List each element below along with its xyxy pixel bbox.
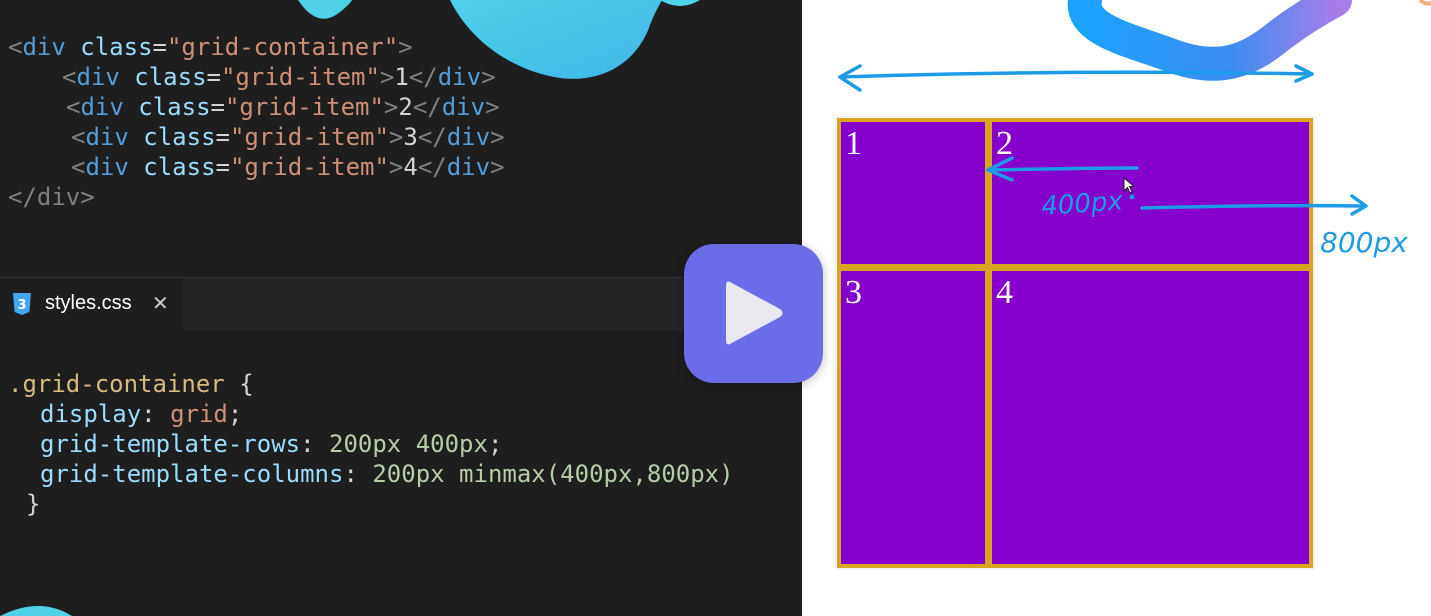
code-tag: div bbox=[85, 153, 129, 181]
code-line: </div> bbox=[8, 183, 95, 211]
grid-item-number: 4 bbox=[996, 274, 1013, 311]
code-line: <div class="grid-item">4</div> bbox=[71, 153, 505, 181]
code-tag: div bbox=[85, 123, 129, 151]
code-line: .grid-container { bbox=[8, 369, 254, 399]
code-line: <div class="grid-item">3</div> bbox=[71, 123, 505, 151]
code-string: "grid-item" bbox=[229, 123, 389, 151]
code-line: grid-template-columns: 200px minmax(400p… bbox=[40, 460, 734, 488]
css-property: grid-template-columns bbox=[40, 460, 344, 488]
css-value: 200px minmax(400px,800px) bbox=[372, 460, 734, 488]
tab-label: styles.css bbox=[45, 292, 132, 314]
code-attr: class bbox=[138, 93, 211, 121]
grid-item: 1 bbox=[841, 122, 985, 264]
code-text: 2 bbox=[398, 93, 413, 121]
css-value: grid bbox=[170, 400, 228, 428]
grid-item: 2 bbox=[992, 122, 1309, 264]
code-string: "grid-item" bbox=[220, 63, 380, 91]
tab-styles-css[interactable]: 3 styles.css ✕ bbox=[0, 278, 183, 331]
svg-text:3: 3 bbox=[17, 298, 26, 313]
code-text: 4 bbox=[403, 153, 418, 181]
editor-tab-bar: 3 styles.css ✕ bbox=[0, 277, 802, 331]
code-line: <div class="grid-item">2</div> bbox=[66, 93, 500, 121]
code-string: "grid-item" bbox=[229, 153, 389, 181]
code-editor[interactable]: <div class="grid-container"> <div class=… bbox=[0, 0, 802, 616]
code-tag: div bbox=[441, 93, 486, 121]
grid-item-number: 2 bbox=[996, 125, 1013, 162]
code-string: "grid-item" bbox=[224, 93, 384, 121]
code-tag: div bbox=[80, 93, 124, 121]
code-text: 1 bbox=[394, 63, 409, 91]
code-brace: { bbox=[239, 370, 254, 398]
css-selector: .grid-container bbox=[8, 370, 225, 398]
grid-item-number: 3 bbox=[845, 274, 862, 311]
code-line: } bbox=[26, 490, 41, 518]
grid-container-preview: 1 2 3 4 bbox=[837, 118, 1313, 568]
grid-item: 3 bbox=[841, 271, 985, 564]
code-string: "grid-container" bbox=[166, 33, 399, 61]
code-attr: class bbox=[143, 123, 216, 151]
code-attr: class bbox=[143, 153, 216, 181]
code-tag: div bbox=[76, 63, 120, 91]
code-line: <div class="grid-container"> bbox=[8, 33, 413, 61]
code-attr: class bbox=[80, 33, 153, 61]
grid-item: 4 bbox=[992, 271, 1309, 564]
code-tag: div bbox=[22, 33, 66, 61]
play-button[interactable] bbox=[684, 244, 823, 383]
css-property: display bbox=[40, 400, 142, 428]
code-attr: class bbox=[134, 63, 207, 91]
code-tag: div bbox=[446, 153, 491, 181]
play-icon bbox=[726, 281, 783, 345]
code-line: <div class="grid-item">1</div> bbox=[62, 63, 496, 91]
css-value: 200px 400px bbox=[329, 430, 488, 458]
css-property: grid-template-rows bbox=[40, 430, 301, 458]
code-line: display: grid; bbox=[40, 400, 243, 428]
css3-file-icon: 3 bbox=[13, 293, 31, 315]
close-icon[interactable]: ✕ bbox=[152, 291, 169, 315]
code-line: grid-template-rows: 200px 400px; bbox=[40, 430, 503, 458]
grid-item-number: 1 bbox=[845, 125, 862, 162]
code-tag: div bbox=[446, 123, 491, 151]
code-text: 3 bbox=[403, 123, 418, 151]
code-tag: div bbox=[437, 63, 482, 91]
